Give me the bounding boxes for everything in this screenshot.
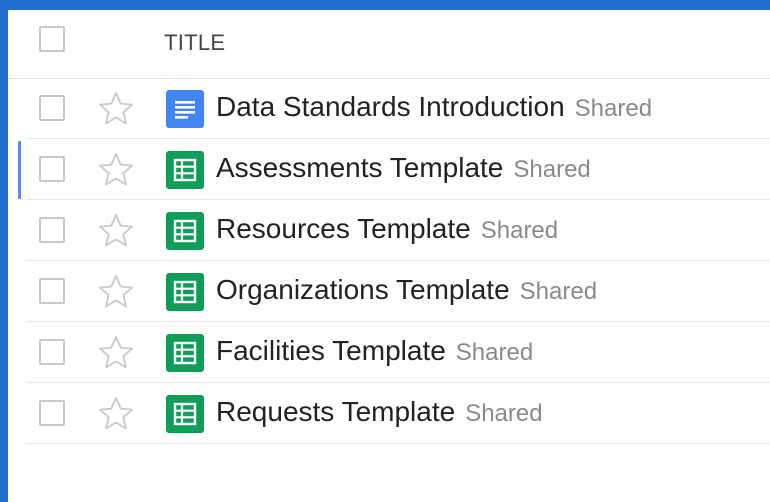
file-name[interactable]: Requests Template bbox=[216, 396, 455, 427]
file-list-header: TITLE bbox=[8, 10, 770, 79]
file-row-resources-template[interactable]: Resources Template Shared bbox=[26, 200, 770, 261]
row-checkbox[interactable] bbox=[39, 95, 65, 121]
file-name-wrap: Requests Template Shared bbox=[216, 396, 543, 428]
google-sheets-icon bbox=[166, 273, 204, 311]
file-name-wrap: Assessments Template Shared bbox=[216, 152, 591, 184]
select-all-checkbox[interactable] bbox=[39, 26, 65, 52]
row-checkbox[interactable] bbox=[39, 339, 65, 365]
shared-label: Shared bbox=[513, 156, 591, 183]
google-sheets-icon bbox=[166, 212, 204, 250]
star-icon[interactable] bbox=[96, 272, 136, 312]
star-icon[interactable] bbox=[96, 211, 136, 251]
title-column-header[interactable]: TITLE bbox=[164, 30, 225, 56]
row-checkbox[interactable] bbox=[39, 278, 65, 304]
file-name-wrap: Data Standards Introduction Shared bbox=[216, 91, 652, 123]
shared-label: Shared bbox=[574, 95, 653, 122]
file-name-wrap: Resources Template Shared bbox=[216, 213, 558, 245]
star-icon[interactable] bbox=[96, 89, 136, 129]
file-name[interactable]: Facilities Template bbox=[216, 335, 446, 366]
file-name-wrap: Facilities Template Shared bbox=[216, 335, 533, 367]
shared-label: Shared bbox=[455, 339, 534, 366]
google-docs-icon bbox=[166, 90, 204, 128]
file-row-requests-template[interactable]: Requests Template Shared bbox=[26, 383, 770, 444]
shared-label: Shared bbox=[465, 400, 543, 427]
star-icon[interactable] bbox=[96, 394, 136, 434]
file-row-facilities-template[interactable]: Facilities Template Shared bbox=[26, 322, 770, 383]
google-sheets-icon bbox=[166, 334, 204, 372]
google-sheets-icon bbox=[166, 151, 204, 189]
star-icon[interactable] bbox=[96, 333, 136, 373]
google-sheets-icon bbox=[166, 395, 204, 433]
row-checkbox[interactable] bbox=[39, 217, 65, 243]
shared-label: Shared bbox=[519, 278, 598, 305]
file-name[interactable]: Assessments Template bbox=[216, 152, 503, 183]
row-checkbox[interactable] bbox=[39, 400, 65, 426]
file-name[interactable]: Organizations Template bbox=[216, 274, 510, 305]
file-row-assessments-template[interactable]: Assessments Template Shared bbox=[18, 139, 770, 200]
shared-label: Shared bbox=[480, 217, 559, 244]
file-list-panel: TITLE Data Standards Introduction Shared bbox=[8, 10, 770, 502]
file-name-wrap: Organizations Template Shared bbox=[216, 274, 597, 306]
star-icon[interactable] bbox=[96, 150, 136, 190]
file-name[interactable]: Resources Template bbox=[216, 213, 471, 244]
file-row-organizations-template[interactable]: Organizations Template Shared bbox=[26, 261, 770, 322]
row-checkbox[interactable] bbox=[39, 156, 65, 182]
file-name[interactable]: Data Standards Introduction bbox=[216, 91, 565, 122]
file-row-data-standards-introduction[interactable]: Data Standards Introduction Shared bbox=[26, 78, 770, 139]
